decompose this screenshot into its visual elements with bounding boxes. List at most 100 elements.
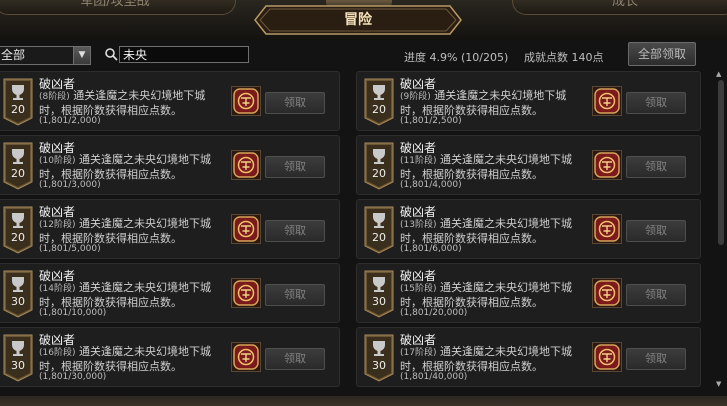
achievement-points-value: 20	[372, 167, 386, 180]
reward-emblem-icon[interactable]	[231, 150, 261, 180]
achievement-description: (12阶段) 通关逢魔之未央幻境地下城时，根据阶数获得相应点数。	[39, 217, 224, 245]
chevron-down-icon[interactable]: ▼	[73, 47, 90, 64]
achievement-stage: (10阶段)	[39, 156, 76, 166]
achievement-card: 20 破凶者 (9阶段) 通关逢魔之未央幻境地下城时，根据阶数获得相应点数。 (…	[356, 71, 701, 131]
achievement-card: 20 破凶者 (11阶段) 通关逢魔之未央幻境地下城时，根据阶数获得相应点数。 …	[356, 135, 701, 195]
claim-button[interactable]: 领取	[265, 284, 325, 306]
tab-legion-siege-label: 军团/攻坚战	[80, 0, 150, 9]
claim-button[interactable]: 领取	[626, 348, 686, 370]
achievement-progress: (1,801/20,000)	[400, 308, 468, 318]
achievement-points-value: 30	[372, 295, 386, 308]
claim-button[interactable]: 领取	[265, 92, 325, 114]
achievement-description: (14阶段) 通关逢魔之未央幻境地下城时，根据阶数获得相应点数。	[39, 281, 224, 309]
achievement-progress: (1,801/30,000)	[39, 372, 107, 382]
achievement-progress: (1,801/5,000)	[39, 244, 101, 254]
achievement-card: 20 破凶者 (13阶段) 通关逢魔之未央幻境地下城时，根据阶数获得相应点数。 …	[356, 199, 701, 259]
reward-emblem-icon[interactable]	[592, 278, 622, 308]
achievement-card: 30 破凶者 (17阶段) 通关逢魔之未央幻境地下城时，根据阶数获得相应点数。 …	[356, 327, 701, 387]
progress-detail: (10/205)	[460, 51, 509, 64]
reward-emblem-icon[interactable]	[592, 214, 622, 244]
trophy-badge: 30	[363, 270, 395, 318]
achievement-description: (15阶段) 通关逢魔之未央幻境地下城时，根据阶数获得相应点数。	[400, 281, 585, 309]
trophy-badge: 20	[363, 78, 395, 126]
claim-button[interactable]: 领取	[265, 156, 325, 178]
scroll-down-icon[interactable]: ▼	[716, 380, 721, 388]
claim-button[interactable]: 领取	[626, 92, 686, 114]
trophy-badge: 30	[363, 334, 395, 382]
achievement-points-value: 30	[11, 359, 25, 372]
trophy-badge: 30	[2, 334, 34, 382]
achievement-stage: (12阶段)	[39, 220, 76, 230]
achievement-points-value: 30	[11, 295, 25, 308]
achievement-description: (17阶段) 通关逢魔之未央幻境地下城时，根据阶数获得相应点数。	[400, 345, 585, 373]
scrollbar-thumb[interactable]	[718, 80, 724, 245]
tab-adventure-label: 冒险	[344, 12, 372, 28]
claim-all-button[interactable]: 全部领取	[628, 42, 696, 66]
bottom-frame	[0, 396, 727, 406]
achievement-points: 成就点数 140点	[524, 49, 604, 65]
claim-button[interactable]: 领取	[626, 220, 686, 242]
claim-button[interactable]: 领取	[265, 220, 325, 242]
achievement-description: (10阶段) 通关逢魔之未央幻境地下城时，根据阶数获得相应点数。	[39, 153, 224, 181]
achievement-description: (16阶段) 通关逢魔之未央幻境地下城时，根据阶数获得相应点数。	[39, 345, 224, 373]
scroll-up-icon[interactable]: ▲	[716, 70, 721, 78]
achievement-card: 30 破凶者 (14阶段) 通关逢魔之未央幻境地下城时，根据阶数获得相应点数。 …	[0, 263, 340, 323]
achievement-points-value: 30	[372, 359, 386, 372]
trophy-badge: 20	[2, 206, 34, 254]
reward-emblem-icon[interactable]	[592, 86, 622, 116]
category-filter-value: 全部	[1, 48, 26, 62]
achievement-stage: (9阶段)	[400, 92, 431, 102]
tab-growth-label: 成长	[611, 0, 638, 9]
claim-button[interactable]: 领取	[626, 284, 686, 306]
achievement-stage: (8阶段)	[39, 92, 70, 102]
achievement-description: (8阶段) 通关逢魔之未央幻境地下城时，根据阶数获得相应点数。	[39, 89, 224, 117]
trophy-badge: 20	[2, 142, 34, 190]
search-icon	[105, 48, 118, 61]
achievement-description: (11阶段) 通关逢魔之未央幻境地下城时，根据阶数获得相应点数。	[400, 153, 585, 181]
achievement-stage: (16阶段)	[39, 348, 76, 358]
achievement-points-value: 20	[11, 167, 25, 180]
achievement-stage: (11阶段)	[400, 156, 437, 166]
achievement-description: (9阶段) 通关逢魔之未央幻境地下城时，根据阶数获得相应点数。	[400, 89, 585, 117]
achievement-progress: (1,801/6,000)	[400, 244, 462, 254]
points-label: 成就点数	[524, 51, 568, 64]
achievement-stage: (14阶段)	[39, 284, 76, 294]
achievement-progress: (1,801/10,000)	[39, 308, 107, 318]
tab-legion-siege[interactable]: 军团/攻坚战	[0, 0, 236, 15]
achievement-card: 20 破凶者 (8阶段) 通关逢魔之未央幻境地下城时，根据阶数获得相应点数。 (…	[0, 71, 340, 131]
achievement-progress: (1,801/3,000)	[39, 180, 101, 190]
claim-button[interactable]: 领取	[265, 348, 325, 370]
achievement-card: 20 破凶者 (12阶段) 通关逢魔之未央幻境地下城时，根据阶数获得相应点数。 …	[0, 199, 340, 259]
achievement-card: 20 破凶者 (10阶段) 通关逢魔之未央幻境地下城时，根据阶数获得相应点数。 …	[0, 135, 340, 195]
progress-readout: 进度 4.9% (10/205)	[404, 49, 508, 65]
tab-adventure[interactable]: 冒险	[254, 5, 462, 35]
search-input[interactable]: 未央	[119, 46, 249, 63]
achievement-stage: (17阶段)	[400, 348, 437, 358]
trophy-badge: 20	[363, 206, 395, 254]
reward-emblem-icon[interactable]	[592, 150, 622, 180]
achievement-stage: (13阶段)	[400, 220, 437, 230]
achievement-progress: (1,801/40,000)	[400, 372, 468, 382]
achievement-progress: (1,801/2,500)	[400, 116, 462, 126]
achievement-points-value: 20	[372, 103, 386, 116]
achievement-points-value: 20	[11, 103, 25, 116]
achievement-points-value: 20	[11, 231, 25, 244]
reward-emblem-icon[interactable]	[231, 342, 261, 372]
achievement-card: 30 破凶者 (15阶段) 通关逢魔之未央幻境地下城时，根据阶数获得相应点数。 …	[356, 263, 701, 323]
progress-label: 进度	[404, 51, 426, 64]
trophy-badge: 30	[2, 270, 34, 318]
achievement-stage: (15阶段)	[400, 284, 437, 294]
tab-growth[interactable]: 成长	[512, 0, 727, 15]
trophy-badge: 20	[2, 78, 34, 126]
achievement-description: (13阶段) 通关逢魔之未央幻境地下城时，根据阶数获得相应点数。	[400, 217, 585, 245]
reward-emblem-icon[interactable]	[231, 86, 261, 116]
claim-button[interactable]: 领取	[626, 156, 686, 178]
achievement-progress: (1,801/2,000)	[39, 116, 101, 126]
progress-percent: 4.9%	[429, 51, 458, 64]
reward-emblem-icon[interactable]	[592, 342, 622, 372]
points-value: 140点	[571, 51, 604, 64]
category-filter-dropdown[interactable]: 全部 ▼	[0, 46, 91, 65]
reward-emblem-icon[interactable]	[231, 278, 261, 308]
reward-emblem-icon[interactable]	[231, 214, 261, 244]
achievement-card: 30 破凶者 (16阶段) 通关逢魔之未央幻境地下城时，根据阶数获得相应点数。 …	[0, 327, 340, 387]
